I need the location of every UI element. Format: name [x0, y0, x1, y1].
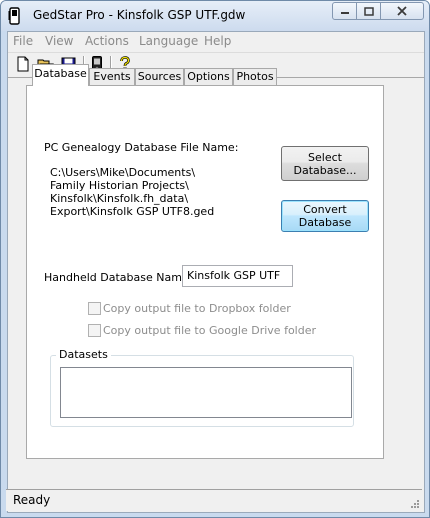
minimize-button[interactable] — [332, 2, 357, 20]
tab-database[interactable]: Database — [32, 64, 89, 86]
app-icon — [8, 7, 20, 25]
menu-file[interactable]: File — [13, 34, 33, 48]
pc-file-path-line: Kinsfolk\Kinsfolk.fh_data\ — [50, 192, 189, 205]
menu-actions[interactable]: Actions — [85, 34, 129, 48]
dropbox-checkbox[interactable] — [88, 302, 101, 315]
tab-sources[interactable]: Sources — [135, 68, 184, 85]
dropbox-checkbox-label: Copy output file to Dropbox folder — [103, 302, 291, 315]
convert-button-label-line2: Database — [298, 216, 352, 229]
menu-view[interactable]: View — [45, 34, 73, 48]
new-file-button[interactable] — [14, 55, 32, 73]
handheld-name-input[interactable]: Kinsfolk GSP UTF — [182, 265, 293, 287]
resize-grip-icon[interactable] — [410, 499, 420, 509]
window-title: GedStar Pro - Kinsfolk GSP UTF.gdw — [33, 8, 246, 22]
handheld-name-label: Handheld Database Name: — [44, 271, 193, 284]
google-drive-checkbox-label: Copy output file to Google Drive folder — [103, 324, 317, 337]
menu-help[interactable]: Help — [204, 34, 231, 48]
tab-options[interactable]: Options — [184, 68, 233, 85]
pc-file-path-line: C:\Users\Mike\Documents\ — [50, 166, 196, 179]
datasets-list[interactable] — [60, 367, 352, 418]
close-button[interactable] — [380, 2, 424, 20]
menu-bar: File View Actions Language Help — [8, 32, 424, 51]
status-text: Ready — [13, 493, 51, 507]
maximize-button[interactable] — [356, 2, 381, 20]
tab-events[interactable]: Events — [89, 68, 135, 85]
menu-language[interactable]: Language — [139, 34, 198, 48]
pc-file-path-line: Family Historian Projects\ — [50, 179, 189, 192]
maximize-icon — [363, 6, 374, 16]
title-bar[interactable]: GedStar Pro - Kinsfolk GSP UTF.gdw — [1, 1, 429, 31]
select-button-label-line2: Database... — [293, 163, 357, 177]
google-drive-checkbox[interactable] — [88, 324, 101, 337]
new-file-icon — [17, 56, 29, 72]
select-button-label-line1: Select — [308, 150, 342, 164]
close-icon — [397, 6, 407, 16]
pc-file-path-line: Export\Kinsfolk GSP UTF8.ged — [50, 205, 215, 218]
tab-photos[interactable]: Photos — [233, 68, 277, 85]
convert-button-label-line1: Convert — [303, 203, 347, 216]
convert-database-button[interactable]: Convert Database — [281, 200, 369, 232]
datasets-label: Datasets — [56, 348, 111, 361]
pc-file-label: PC Genealogy Database File Name: — [44, 141, 239, 154]
select-database-button[interactable]: Select Database... — [281, 146, 369, 181]
minimize-icon — [340, 12, 349, 14]
status-bar: Ready — [6, 489, 422, 511]
